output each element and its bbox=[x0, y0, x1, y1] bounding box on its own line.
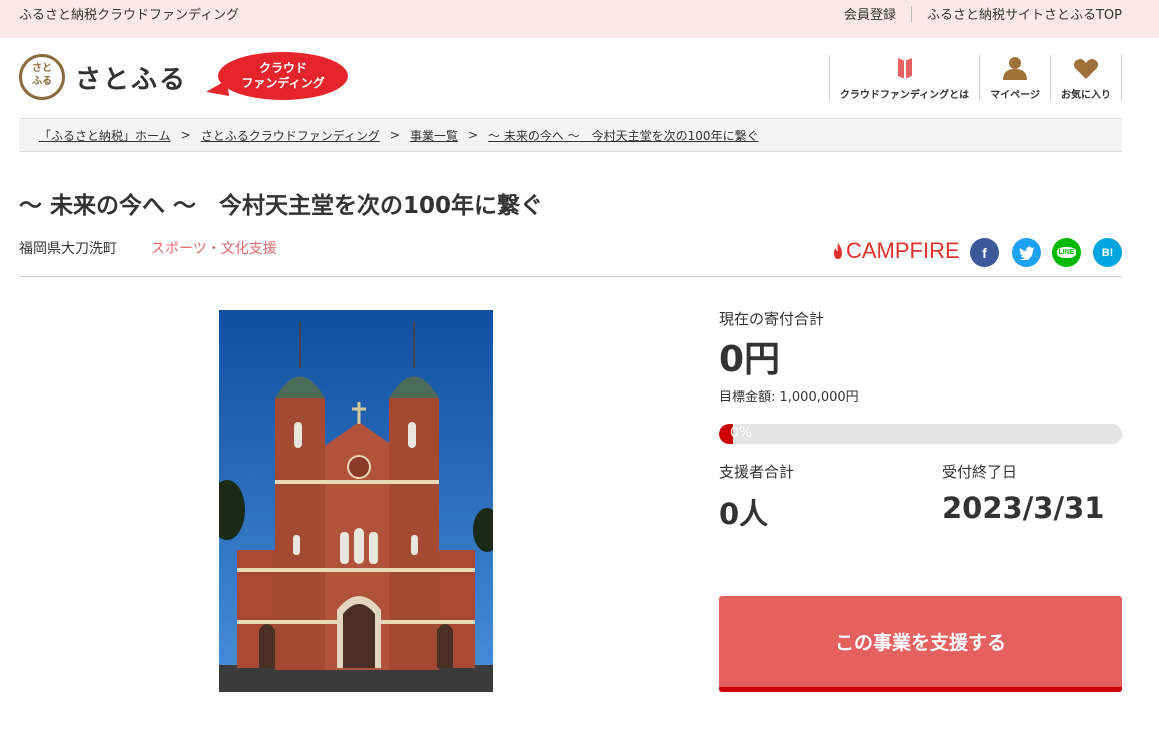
header-nav: クラウドファンディングとは マイページ お気に入り bbox=[828, 55, 1122, 101]
logo-text: さとふる bbox=[75, 64, 188, 95]
facebook-share-button[interactable]: f bbox=[970, 238, 999, 267]
deadline-label: 受付終了日 bbox=[942, 463, 1018, 481]
top-bar: ふるさと納税クラウドファンディング 会員登録 ふるさと納税サイトさとふるTOP bbox=[0, 0, 1159, 38]
project-image bbox=[219, 310, 493, 692]
site-logo[interactable]: さと ふる さとふる bbox=[19, 54, 187, 100]
badge-line2: ファンディング bbox=[241, 76, 325, 90]
hatena-bookmark-button[interactable]: B! bbox=[1093, 238, 1122, 267]
crowdfunding-badge: クラウド ファンディング bbox=[204, 52, 348, 102]
campfire-logo[interactable]: CAMPFIRE bbox=[832, 238, 960, 264]
deadline-value: 2023/3/31 bbox=[942, 491, 1105, 525]
facebook-icon: f bbox=[982, 244, 987, 261]
hatena-icon: B! bbox=[1101, 246, 1114, 259]
nav-label: お気に入り bbox=[1061, 90, 1111, 101]
badge-line1: クラウド bbox=[258, 61, 307, 75]
logo-seal-icon: さと ふる bbox=[19, 54, 65, 100]
campfire-text: CAMPFIRE bbox=[846, 238, 960, 263]
nav-label: クラウドファンディングとは bbox=[839, 90, 970, 101]
total-donation-label: 現在の寄付合計 bbox=[719, 310, 825, 328]
nav-favorites[interactable]: お気に入り bbox=[1050, 55, 1122, 101]
supporters-value: 0人 bbox=[719, 497, 769, 531]
badge-bubble: クラウド ファンディング bbox=[218, 52, 348, 100]
heart-icon bbox=[1073, 59, 1099, 79]
divider bbox=[19, 276, 1122, 277]
breadcrumb-home[interactable]: 「ふるさと納税」ホーム bbox=[39, 127, 171, 144]
progress-percent: 0% bbox=[730, 425, 753, 441]
site-name: ふるさと納税クラウドファンディング bbox=[19, 8, 240, 23]
breadcrumb-separator: > bbox=[180, 128, 191, 142]
line-icon: LINE bbox=[1056, 247, 1077, 258]
page-title: ～ 未来の今へ ～ 今村天主堂を次の100年に繋ぐ bbox=[19, 193, 544, 219]
satofull-top-link[interactable]: ふるさと納税サイトさとふるTOP bbox=[927, 4, 1122, 23]
goal-amount: 目標金額: 1,000,000円 bbox=[719, 390, 859, 405]
twitter-share-button[interactable] bbox=[1012, 238, 1041, 267]
top-links: 会員登録 ふるさと納税サイトさとふるTOP bbox=[844, 4, 1122, 23]
twitter-icon bbox=[1018, 246, 1035, 260]
breadcrumb-separator: > bbox=[467, 128, 479, 142]
progress-bar: 0% bbox=[719, 424, 1122, 444]
user-icon bbox=[1003, 57, 1028, 80]
breadcrumb-project-list[interactable]: 事業一覧 bbox=[410, 127, 458, 144]
book-icon bbox=[897, 58, 912, 79]
breadcrumb-separator: > bbox=[389, 128, 400, 142]
svg-text:ふる: ふる bbox=[32, 75, 52, 87]
header: さと ふる さとふる クラウド ファンディング クラウドファンディングとは マイ… bbox=[0, 38, 1159, 118]
member-register-link[interactable]: 会員登録 bbox=[844, 4, 896, 23]
project-category-link[interactable]: スポーツ・文化支援 bbox=[151, 238, 277, 258]
link-divider bbox=[910, 5, 912, 22]
supporters-label: 支援者合計 bbox=[719, 463, 795, 481]
support-project-button[interactable]: この事業を支援する bbox=[719, 596, 1122, 692]
nav-mypage[interactable]: マイページ bbox=[979, 55, 1050, 101]
total-donation-value: 0円 bbox=[719, 339, 781, 380]
project-location: 福岡県大刀洗町 bbox=[19, 241, 117, 257]
nav-about-crowdfunding[interactable]: クラウドファンディングとは bbox=[828, 55, 979, 101]
svg-text:さと: さと bbox=[32, 62, 52, 74]
line-share-button[interactable]: LINE bbox=[1052, 238, 1081, 267]
breadcrumb: 「ふるさと納税」ホーム > さとふるクラウドファンディング > 事業一覧 > ～… bbox=[19, 118, 1122, 152]
breadcrumb-crowdfunding[interactable]: さとふるクラウドファンディング bbox=[201, 127, 380, 144]
flame-icon bbox=[834, 243, 842, 259]
breadcrumb-current[interactable]: ～ 未来の今へ ～ 今村天主堂を次の100年に繋ぐ bbox=[488, 127, 759, 144]
nav-label: マイページ bbox=[990, 90, 1040, 101]
